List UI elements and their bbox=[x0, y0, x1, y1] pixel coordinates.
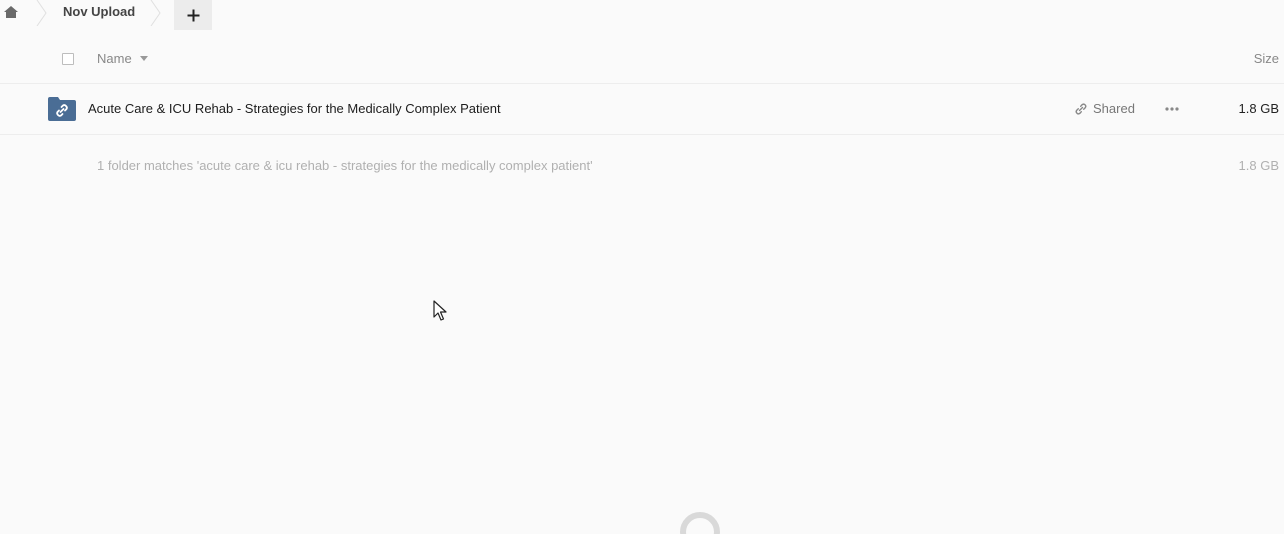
breadcrumb-separator bbox=[150, 0, 161, 26]
sort-by-name[interactable]: Name bbox=[97, 51, 148, 66]
files-app: Nov Upload Name Size Acute Care & ICU Re… bbox=[0, 0, 1284, 534]
plus-icon bbox=[187, 9, 199, 21]
breadcrumb: Nov Upload bbox=[0, 0, 1284, 30]
summary-size: 1.8 GB bbox=[1238, 158, 1279, 173]
select-all-checkbox[interactable] bbox=[62, 53, 74, 65]
shared-folder-icon bbox=[48, 97, 76, 121]
search-summary: 1 folder matches 'acute care & icu rehab… bbox=[97, 158, 593, 173]
breadcrumb-separator bbox=[36, 0, 47, 26]
new-button[interactable] bbox=[174, 0, 212, 30]
share-button[interactable]: Shared bbox=[1074, 101, 1135, 116]
breadcrumb-current-folder[interactable]: Nov Upload bbox=[63, 4, 135, 19]
caret-down-icon bbox=[139, 56, 148, 61]
name-column-label: Name bbox=[97, 51, 132, 66]
loading-spinner bbox=[680, 512, 720, 534]
file-name[interactable]: Acute Care & ICU Rehab - Strategies for … bbox=[88, 101, 501, 116]
share-label: Shared bbox=[1093, 101, 1135, 116]
link-icon bbox=[1075, 102, 1087, 115]
file-list-header: Name Size bbox=[0, 36, 1284, 84]
size-column-label[interactable]: Size bbox=[1254, 51, 1279, 66]
more-actions-button[interactable] bbox=[1163, 100, 1181, 118]
more-icon bbox=[1165, 107, 1179, 111]
home-button[interactable] bbox=[0, 0, 22, 24]
file-size: 1.8 GB bbox=[1238, 101, 1279, 116]
mouse-cursor-icon bbox=[433, 300, 447, 321]
file-row[interactable]: Acute Care & ICU Rehab - Strategies for … bbox=[0, 84, 1284, 135]
home-icon bbox=[4, 6, 18, 18]
